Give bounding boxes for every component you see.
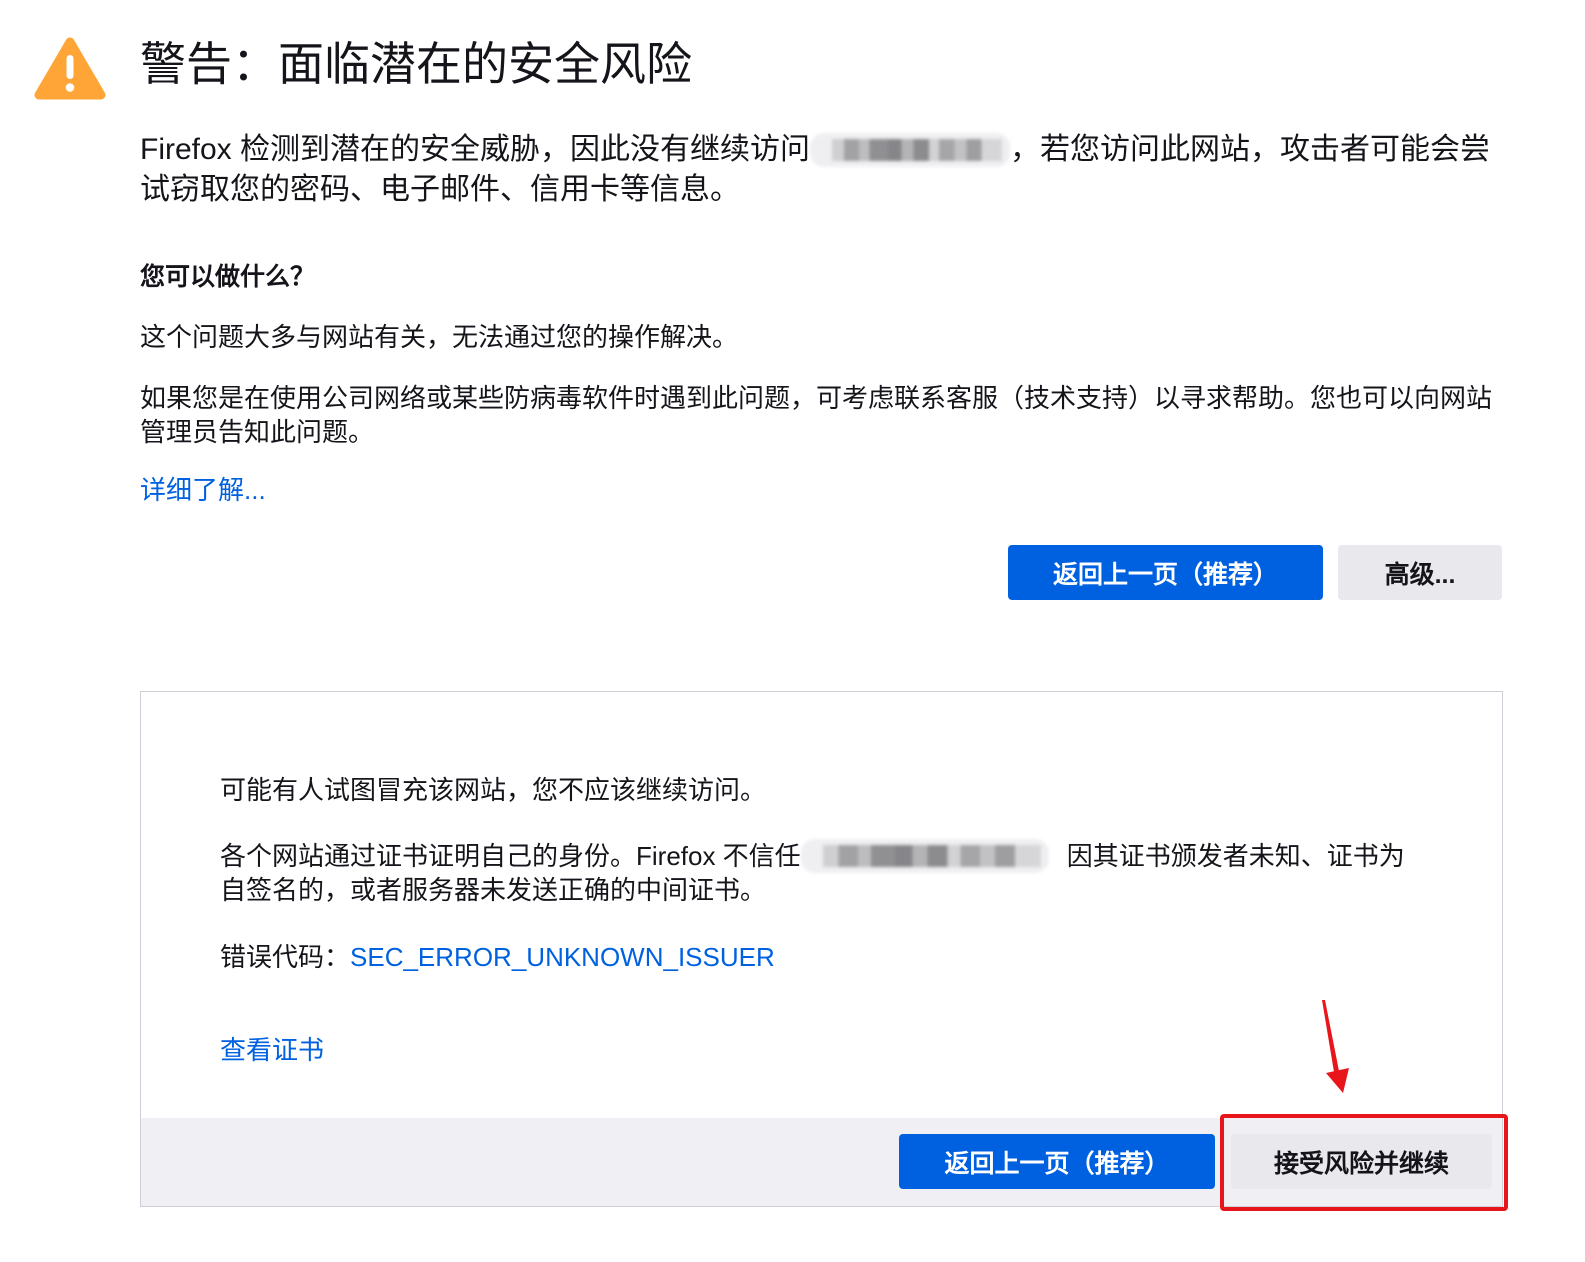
certificate-text-before-hostname: 各个网站通过证书证明自己的身份。Firefox 不信任: [220, 841, 801, 871]
warning-button-row: 返回上一页（推荐） 高级...: [140, 545, 1502, 600]
warning-icon-graphic: [34, 37, 106, 100]
error-code-link[interactable]: SEC_ERROR_UNKNOWN_ISSUER: [350, 942, 775, 972]
what-can-you-do-heading: 您可以做什么？: [140, 263, 316, 291]
intro-text-before-hostname: Firefox 检测到潜在的安全威胁，因此没有继续访问: [140, 133, 811, 166]
redacted-hostname: [810, 133, 1011, 167]
learn-more-link[interactable]: 详细了解...: [140, 473, 266, 507]
advanced-panel-content: 可能有人试图冒充该网站，您不应该继续访问。 各个网站通过证书证明自己的身份。Fi…: [141, 692, 1422, 1067]
redacted-hostname: [800, 839, 1049, 873]
intro-paragraph: Firefox 检测到潜在的安全威胁，因此没有继续访问 ，若您访问此网站，攻击者可…: [140, 130, 1502, 210]
certificate-error-page: 警告：面临潜在的安全风险 Firefox 检测到潜在的安全威胁，因此没有继续访问…: [0, 0, 1585, 1262]
main-content: 警告：面临潜在的安全风险 Firefox 检测到潜在的安全威胁，因此没有继续访问…: [140, 36, 1502, 600]
page-title: 警告：面临潜在的安全风险: [140, 38, 692, 90]
advanced-panel: 可能有人试图冒充该网站，您不应该继续访问。 各个网站通过证书证明自己的身份。Fi…: [140, 691, 1503, 1207]
contact-support-paragraph: 如果您是在使用公司网络或某些防病毒软件时遇到此问题，可考虑联系客服（技术支持）以…: [140, 383, 1493, 447]
advanced-button[interactable]: 高级...: [1338, 545, 1502, 600]
error-code-line: 错误代码：SEC_ERROR_UNKNOWN_ISSUER: [220, 940, 1422, 974]
go-back-button[interactable]: 返回上一页（推荐）: [1008, 545, 1323, 600]
certificate-explanation: 各个网站通过证书证明自己的身份。Firefox 不信任 因其证书颁发者未知、证书为…: [220, 839, 1422, 907]
view-certificate-link[interactable]: 查看证书: [220, 1033, 324, 1067]
impersonation-warning-text: 可能有人试图冒充该网站，您不应该继续访问。: [220, 775, 767, 805]
warning-triangle-icon: [34, 36, 106, 102]
exclamation-dot: [65, 83, 75, 92]
accept-risk-button[interactable]: 接受风险并继续: [1231, 1134, 1492, 1189]
go-back-button-advanced[interactable]: 返回上一页（推荐）: [899, 1134, 1215, 1189]
site-issue-paragraph: 这个问题大多与网站有关，无法通过您的操作解决。: [140, 322, 739, 352]
redacted-hostname-mosaic: [822, 845, 1041, 867]
exclamation-bar: [66, 55, 74, 79]
redacted-hostname-mosaic: [832, 139, 1003, 161]
advanced-panel-footer: 返回上一页（推荐） 接受风险并继续: [141, 1118, 1502, 1206]
error-code-label: 错误代码：: [220, 942, 351, 972]
